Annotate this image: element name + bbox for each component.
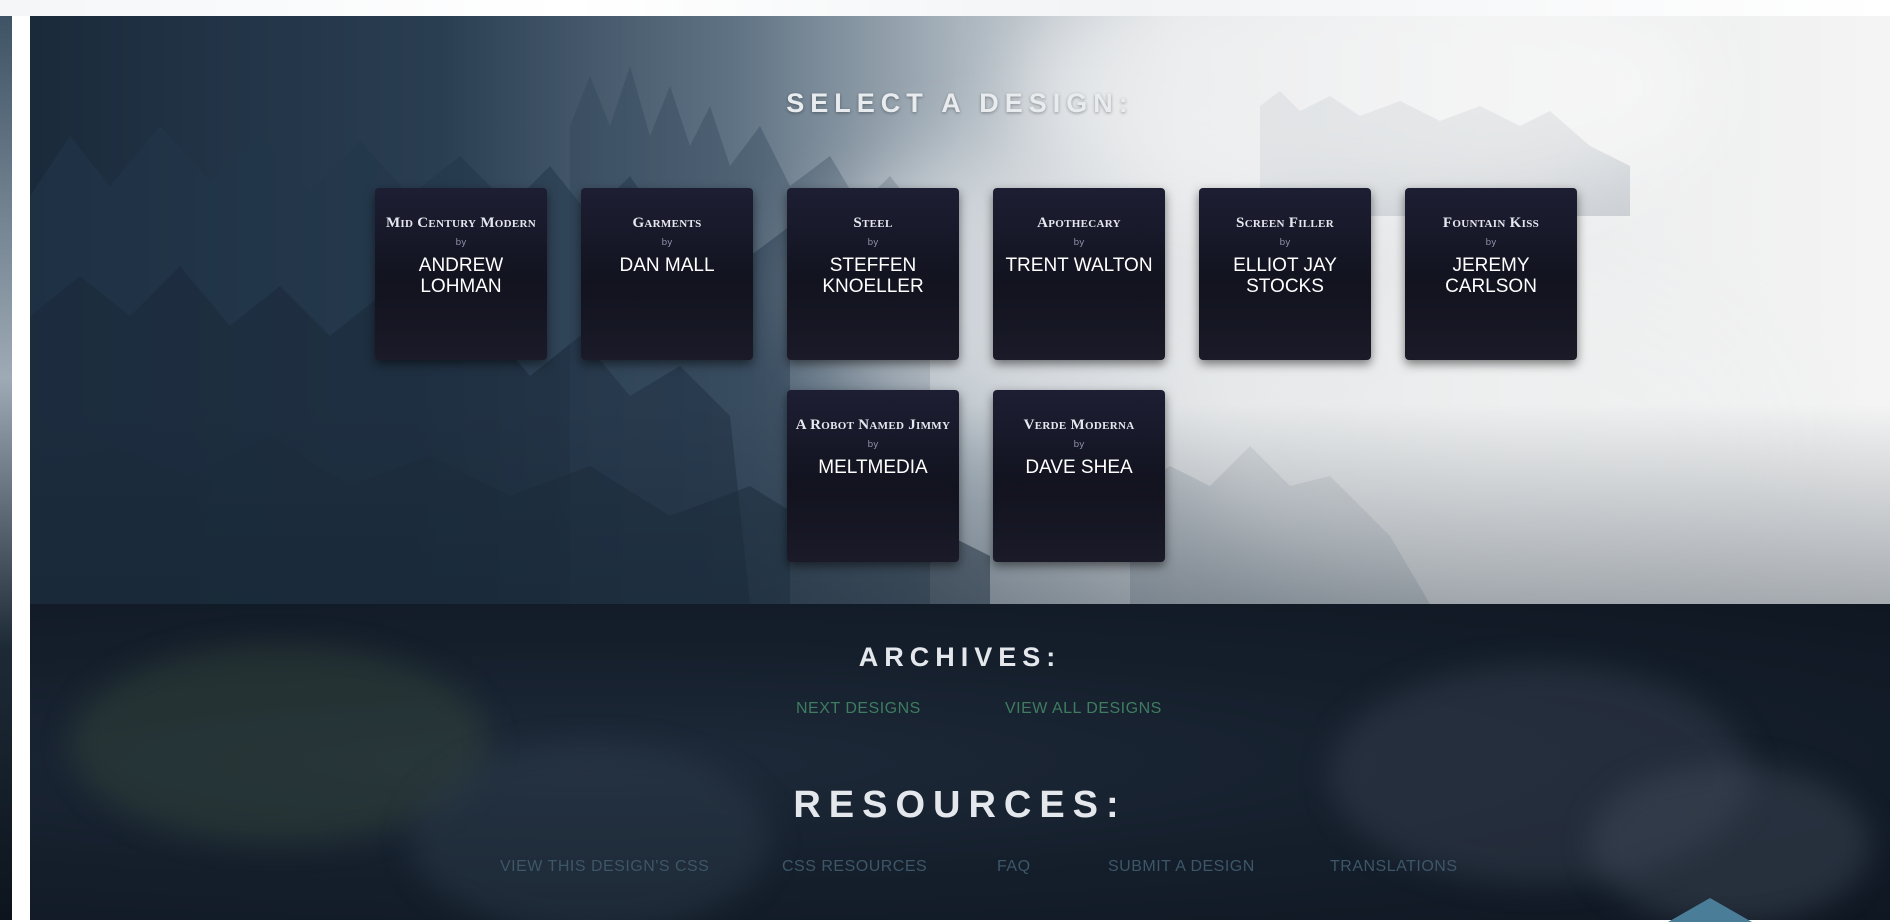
left-edge-strip bbox=[0, 16, 12, 920]
submit-design-link[interactable]: SUBMIT A DESIGN bbox=[1108, 858, 1255, 876]
view-all-designs-link[interactable]: VIEW ALL DESIGNS bbox=[1005, 700, 1162, 718]
rock-texture bbox=[410, 744, 770, 920]
design-by-label: by bbox=[1485, 238, 1497, 248]
top-edge-strip bbox=[0, 0, 1890, 16]
design-title: Fountain Kiss bbox=[1442, 215, 1540, 231]
archives-resources-section: ARCHIVES: NEXT DESIGNS VIEW ALL DESIGNS … bbox=[30, 604, 1890, 920]
design-card-fountain-kiss[interactable]: Fountain Kiss by Jeremy Carlson bbox=[1405, 188, 1577, 360]
design-select-section: SELECT A DESIGN: Mid Century Modern by A… bbox=[30, 16, 1890, 604]
design-card-verde-moderna[interactable]: Verde Moderna by Dave Shea bbox=[993, 390, 1165, 562]
next-designs-link[interactable]: NEXT DESIGNS bbox=[796, 700, 921, 718]
select-design-heading: SELECT A DESIGN: bbox=[786, 88, 1134, 118]
design-card-screen-filler[interactable]: Screen Filler by Elliot Jay Stocks bbox=[1199, 188, 1371, 360]
design-by-label: by bbox=[1073, 238, 1085, 248]
view-design-css-link[interactable]: VIEW THIS DESIGN'S CSS bbox=[500, 858, 709, 876]
design-author: Dan Mall bbox=[619, 255, 715, 276]
design-author: Dave Shea bbox=[1025, 457, 1133, 478]
design-by-label: by bbox=[661, 238, 673, 248]
design-title: Steel bbox=[853, 215, 893, 231]
design-by-label: by bbox=[455, 238, 467, 248]
archives-heading: ARCHIVES: bbox=[858, 642, 1062, 672]
design-author: Elliot Jay Stocks bbox=[1233, 255, 1337, 297]
resources-heading: RESOURCES: bbox=[793, 784, 1127, 826]
css-resources-link[interactable]: CSS RESOURCES bbox=[782, 858, 927, 876]
translations-link[interactable]: TRANSLATIONS bbox=[1330, 858, 1458, 876]
design-author: Andrew Lohman bbox=[418, 255, 504, 297]
design-title: Garments bbox=[632, 215, 702, 231]
design-title: Apothecary bbox=[1037, 215, 1121, 231]
arrow-up-icon[interactable] bbox=[1668, 898, 1752, 922]
design-author: Jeremy Carlson bbox=[1445, 255, 1537, 297]
design-card-mid-century-modern[interactable]: Mid Century Modern by Andrew Lohman bbox=[375, 188, 547, 360]
left-gutter bbox=[12, 16, 30, 920]
design-title: Verde Moderna bbox=[1023, 417, 1135, 433]
design-by-label: by bbox=[867, 238, 879, 248]
design-by-label: by bbox=[1279, 238, 1291, 248]
faq-link[interactable]: FAQ bbox=[997, 858, 1031, 876]
design-card-a-robot-named-jimmy[interactable]: A Robot Named Jimmy by Meltmedia bbox=[787, 390, 959, 562]
design-author: Meltmedia bbox=[818, 457, 928, 478]
design-card-apothecary[interactable]: Apothecary by Trent Walton bbox=[993, 188, 1165, 360]
hero-shade bbox=[30, 404, 1890, 604]
design-by-label: by bbox=[1073, 440, 1085, 450]
design-by-label: by bbox=[867, 440, 879, 450]
design-title: A Robot Named Jimmy bbox=[795, 417, 951, 433]
design-card-steel[interactable]: Steel by Steffen Knoeller bbox=[787, 188, 959, 360]
design-title: Screen Filler bbox=[1236, 215, 1334, 231]
design-title: Mid Century Modern bbox=[385, 215, 537, 231]
design-author: Steffen Knoeller bbox=[822, 255, 924, 297]
design-author: Trent Walton bbox=[1005, 255, 1153, 276]
design-card-garments[interactable]: Garments by Dan Mall bbox=[581, 188, 753, 360]
